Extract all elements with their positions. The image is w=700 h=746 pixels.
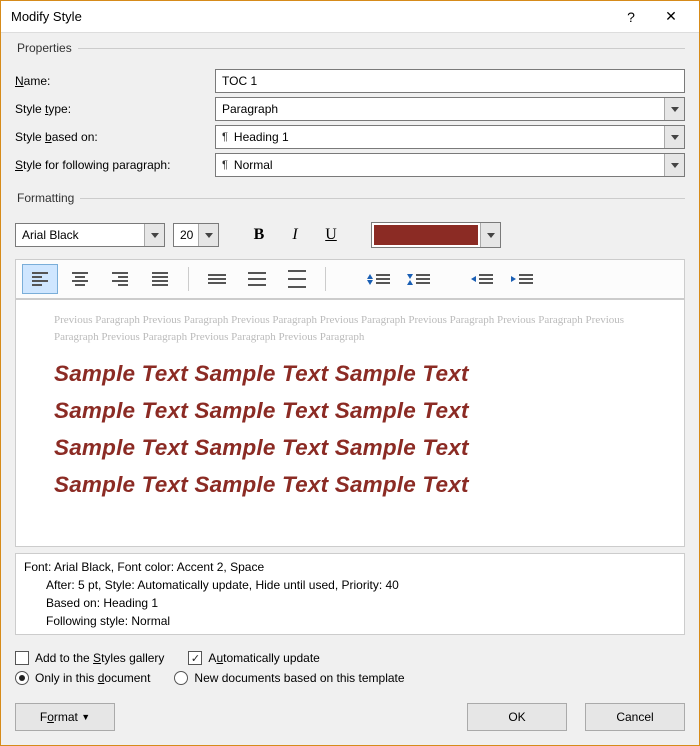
chevron-down-icon [664, 126, 684, 148]
preview-pane: Previous Paragraph Previous Paragraph Pr… [15, 299, 685, 547]
line-spacing-1-button[interactable] [199, 264, 235, 294]
checkbox-icon: ✓ [188, 651, 202, 665]
chevron-down-icon [664, 98, 684, 120]
align-justify-button[interactable] [142, 264, 178, 294]
line-spacing-2-button[interactable] [279, 264, 315, 294]
following-select[interactable]: ¶ Normal [215, 153, 685, 177]
align-left-button[interactable] [22, 264, 58, 294]
underline-button[interactable]: U [317, 221, 345, 249]
increase-indent-button[interactable] [504, 264, 540, 294]
font-name-select[interactable]: Arial Black [15, 223, 165, 247]
chevron-down-icon [664, 154, 684, 176]
auto-update-checkbox[interactable]: ✓ Automatically update [188, 651, 319, 665]
add-to-gallery-checkbox[interactable]: Add to the Styles gallery [15, 651, 164, 665]
name-label: Name: [15, 74, 215, 88]
chevron-down-icon [144, 224, 164, 246]
following-label: Style for following paragraph: [15, 158, 215, 172]
italic-button[interactable]: I [281, 221, 309, 249]
basedon-select[interactable]: ¶ Heading 1 [215, 125, 685, 149]
decrease-space-before-button[interactable] [400, 264, 436, 294]
preview-context-text: Previous Paragraph Previous Paragraph Pr… [54, 312, 662, 345]
name-input[interactable] [215, 69, 685, 93]
basedon-value: Heading 1 [234, 130, 289, 144]
basedon-label: Style based on: [15, 130, 215, 144]
align-center-button[interactable] [62, 264, 98, 294]
font-size-value: 20 [180, 228, 193, 242]
titlebar: Modify Style ? ✕ [1, 1, 699, 33]
formatting-legend: Formatting [15, 191, 80, 205]
decrease-indent-button[interactable] [464, 264, 500, 294]
following-value: Normal [234, 158, 273, 172]
styletype-select[interactable]: Paragraph [215, 97, 685, 121]
styletype-label: Style type: [15, 102, 215, 116]
help-button[interactable]: ? [611, 3, 651, 31]
font-color-select[interactable] [371, 222, 501, 248]
checkbox-icon [15, 651, 29, 665]
format-button[interactable]: Format ▼ [15, 703, 115, 731]
chevron-down-icon [198, 224, 218, 246]
preview-sample-text: Sample Text Sample Text Sample Text Samp… [54, 355, 662, 504]
chevron-down-icon [480, 223, 500, 247]
radio-icon [174, 671, 188, 685]
radio-icon [15, 671, 29, 685]
paragraph-toolbar [15, 259, 685, 299]
style-description: Font: Arial Black, Font color: Accent 2,… [15, 553, 685, 635]
close-button[interactable]: ✕ [651, 3, 691, 31]
modify-style-dialog: Modify Style ? ✕ Properties Name: Style … [0, 0, 700, 746]
bold-button[interactable]: B [245, 221, 273, 249]
line-spacing-15-button[interactable] [239, 264, 275, 294]
new-documents-radio[interactable]: New documents based on this template [174, 671, 404, 685]
window-title: Modify Style [11, 9, 611, 24]
font-size-select[interactable]: 20 [173, 223, 219, 247]
properties-group: Properties Name: Style type: Paragraph S… [15, 41, 685, 185]
font-name-value: Arial Black [22, 228, 79, 242]
color-swatch-icon [372, 223, 480, 247]
formatting-group: Formatting Arial Black 20 B I U [15, 191, 685, 639]
styletype-value: Paragraph [222, 102, 278, 116]
paragraph-icon: ¶ [222, 159, 228, 171]
ok-button[interactable]: OK [467, 703, 567, 731]
properties-legend: Properties [15, 41, 78, 55]
increase-space-before-button[interactable] [360, 264, 396, 294]
align-right-button[interactable] [102, 264, 138, 294]
paragraph-icon: ¶ [222, 131, 228, 143]
chevron-down-icon: ▼ [81, 712, 90, 722]
only-this-document-radio[interactable]: Only in this document [15, 671, 150, 685]
cancel-button[interactable]: Cancel [585, 703, 685, 731]
